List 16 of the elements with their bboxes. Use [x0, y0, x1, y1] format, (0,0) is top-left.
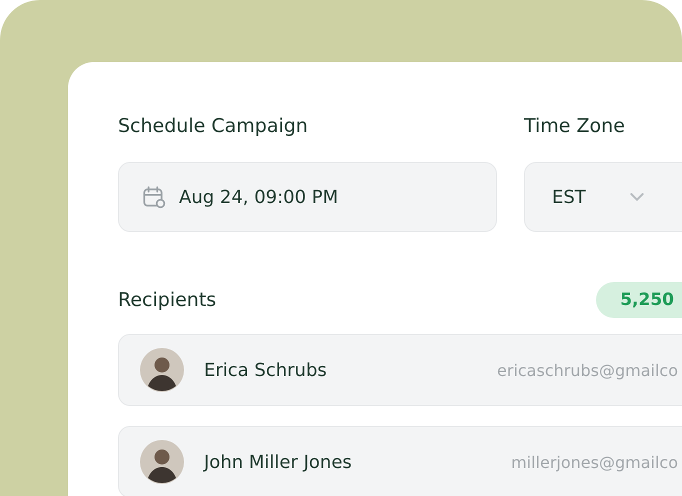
recipient-name: Erica Schrubs — [204, 360, 327, 380]
calendar-icon — [141, 184, 167, 210]
recipient-name: John Miller Jones — [204, 452, 352, 472]
count-badge: 5,250 — [596, 282, 682, 318]
date-field[interactable]: Aug 24, 09:00 PM — [118, 162, 497, 232]
recipient-row[interactable]: Erica Schrubs ericaschrubs@gmailco — [118, 334, 682, 406]
section-label: Recipients — [118, 288, 216, 312]
chevron-down-icon — [630, 192, 644, 202]
recipient-email: ericaschrubs@gmailco — [497, 360, 678, 380]
avatar — [140, 440, 184, 484]
recipient-email: millerjones@gmailco — [511, 452, 678, 472]
field-label: Schedule Campaign — [118, 114, 309, 138]
field-label: Time Zone — [524, 114, 626, 138]
avatar — [140, 348, 184, 392]
recipient-row[interactable]: John Miller Jones millerjones@gmailco — [118, 426, 682, 496]
time-zone-select[interactable]: EST — [524, 162, 682, 232]
